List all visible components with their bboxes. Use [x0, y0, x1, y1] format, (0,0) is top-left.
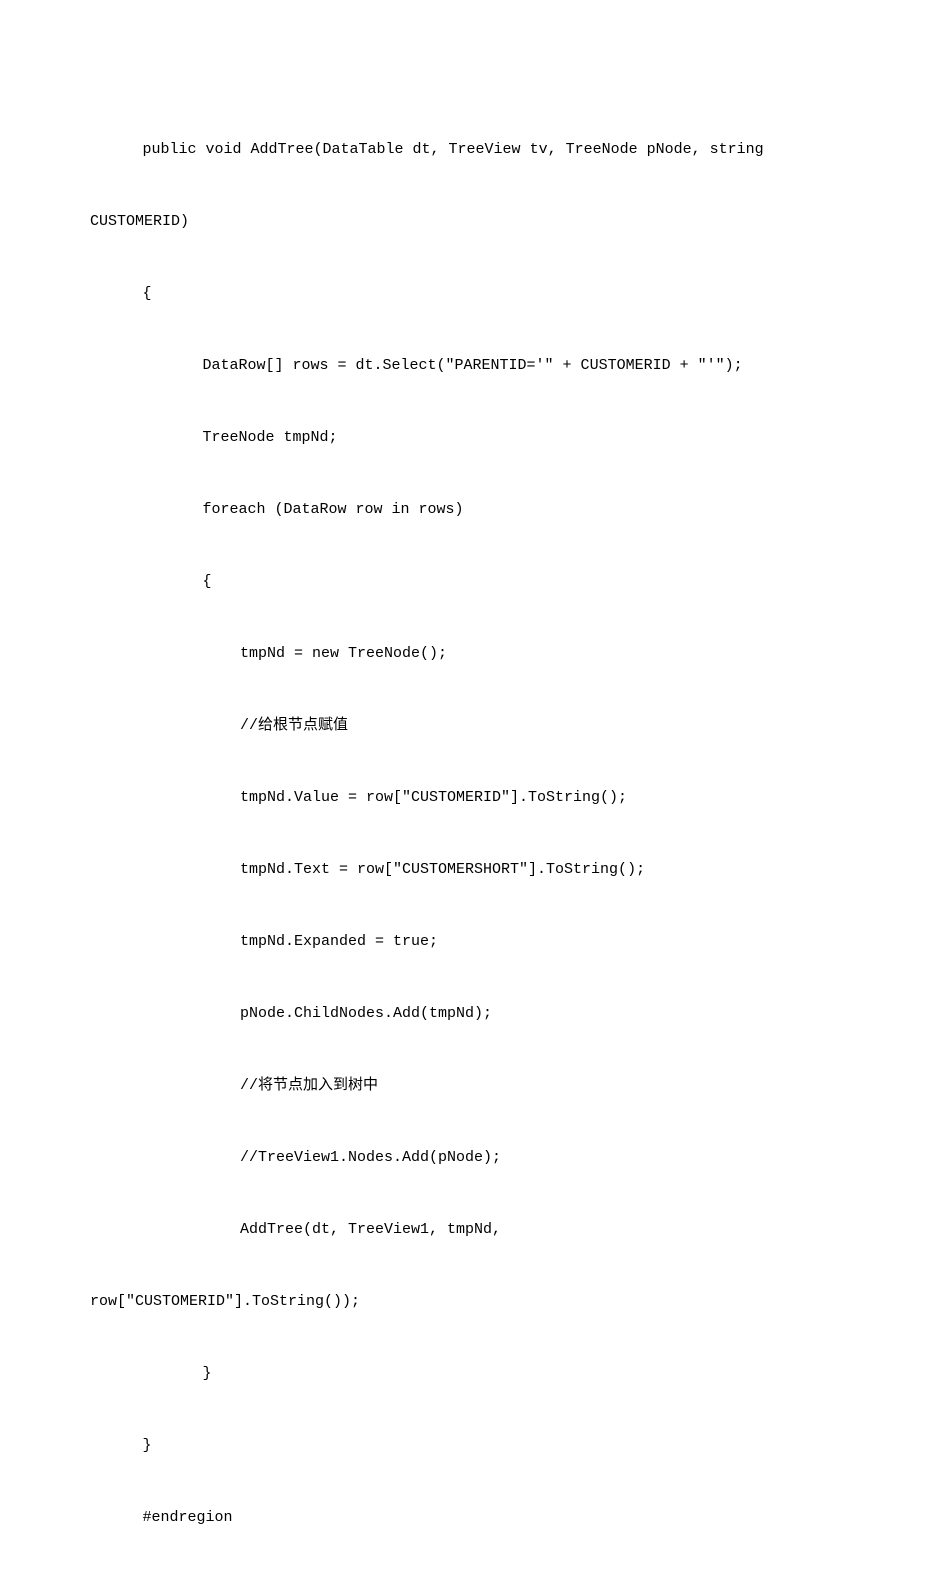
code-line: } [90, 1434, 860, 1458]
code-line: tmpNd = new TreeNode(); [90, 642, 860, 666]
code-line: CUSTOMERID) [90, 210, 860, 234]
code-line: //给根节点赋值 [90, 714, 860, 738]
code-line: //TreeView1.Nodes.Add(pNode); [90, 1146, 860, 1170]
code-line: { [90, 570, 860, 594]
code-block: public void AddTree(DataTable dt, TreeVi… [90, 90, 860, 1578]
code-line: row["CUSTOMERID"].ToString()); [90, 1290, 860, 1314]
code-line: TreeNode tmpNd; [90, 426, 860, 450]
code-line: tmpNd.Expanded = true; [90, 930, 860, 954]
code-line: public void AddTree(DataTable dt, TreeVi… [90, 138, 860, 162]
document-page: public void AddTree(DataTable dt, TreeVi… [0, 0, 945, 1578]
code-line: AddTree(dt, TreeView1, tmpNd, [90, 1218, 860, 1242]
code-line: { [90, 282, 860, 306]
code-line: tmpNd.Text = row["CUSTOMERSHORT"].ToStri… [90, 858, 860, 882]
code-line: DataRow[] rows = dt.Select("PARENTID='" … [90, 354, 860, 378]
code-line: } [90, 1362, 860, 1386]
code-line: pNode.ChildNodes.Add(tmpNd); [90, 1002, 860, 1026]
code-line: tmpNd.Value = row["CUSTOMERID"].ToString… [90, 786, 860, 810]
code-line: #endregion [90, 1506, 860, 1530]
code-line: //将节点加入到树中 [90, 1074, 860, 1098]
code-line: foreach (DataRow row in rows) [90, 498, 860, 522]
